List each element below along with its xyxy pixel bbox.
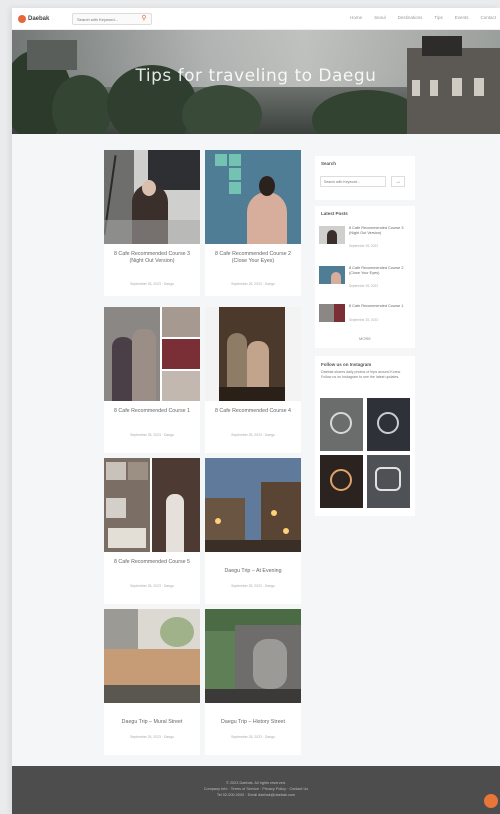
hero-banner: Tips for traveling to Daegu: [12, 30, 500, 134]
post-meta: September 25, 2023 · Daegu: [231, 282, 275, 286]
menu-item-contact[interactable]: Contact: [480, 15, 496, 20]
post-card[interactable]: 8 Cafe Recommended Course 3 (Night Out V…: [104, 150, 200, 296]
post-card[interactable]: 8 Cafe Recommended Course 1 September 25…: [104, 307, 200, 453]
post-title[interactable]: Daegu Trip – Mural Street: [110, 719, 194, 726]
post-title[interactable]: 8 Cafe Recommended Course 5: [110, 559, 194, 566]
top-navigation: Daebak ⚲ Home Seoul Destinations Tips Ev…: [12, 8, 500, 30]
post-meta: September 25, 2023 · Daegu: [130, 433, 174, 437]
footer-contact: Tel 02-000-0000 · Email daebak@daebak.co…: [216, 793, 296, 797]
post-thumbnail[interactable]: [104, 307, 200, 401]
browser-page: Daebak ⚲ Home Seoul Destinations Tips Ev…: [12, 8, 500, 814]
latest-posts-widget: Latest Posts 8 Cafe Recommended Course 3…: [315, 206, 415, 348]
post-card[interactable]: 8 Cafe Recommended Course 4 September 25…: [205, 307, 301, 453]
post-title[interactable]: 8 Cafe Recommended Course 4: [211, 408, 295, 415]
post-card[interactable]: 8 Cafe Recommended Course 5 September 25…: [104, 458, 200, 604]
footer-copyright: © 2023 Daebak. All rights reserved.: [226, 781, 286, 785]
post-card[interactable]: Daegu Trip – History Street September 25…: [205, 609, 301, 755]
sidebar-search-input[interactable]: [320, 176, 386, 187]
widget-title: Search: [321, 161, 337, 166]
post-thumbnail[interactable]: [104, 458, 200, 552]
menu-item-tips[interactable]: Tips: [434, 15, 442, 20]
latest-post-date: September 25, 2023: [349, 284, 378, 288]
post-thumbnail[interactable]: [104, 150, 200, 244]
post-thumbnail[interactable]: [104, 609, 200, 703]
more-link[interactable]: MORE: [315, 336, 415, 341]
search-icon[interactable]: ⚲: [138, 13, 150, 25]
post-meta: September 25, 2023 · Daegu: [130, 584, 174, 588]
instagram-photo[interactable]: [367, 398, 410, 451]
instagram-photo[interactable]: [320, 455, 363, 508]
latest-post-thumbnail[interactable]: [319, 266, 345, 284]
post-card[interactable]: 8 Cafe Recommended Course 2 (Close Your …: [205, 150, 301, 296]
latest-post-title[interactable]: 8 Cafe Recommended Course 2 (Close Your …: [349, 266, 407, 275]
post-meta: September 25, 2023 · Daegu: [231, 735, 275, 739]
latest-post-title[interactable]: 8 Cafe Recommended Course 1: [349, 304, 407, 309]
main-menu: Home Seoul Destinations Tips Events Cont…: [350, 15, 496, 20]
latest-post-date: September 25, 2023: [349, 318, 378, 322]
post-title[interactable]: 8 Cafe Recommended Course 2 (Close Your …: [211, 251, 295, 264]
post-title[interactable]: Daegu Trip – History Street: [211, 719, 295, 726]
search-widget: Search →: [315, 156, 415, 200]
instagram-widget: Follow us on Instagram Daebak shares dai…: [315, 356, 415, 516]
page-title: Tips for traveling to Daegu: [135, 66, 377, 86]
footer-links[interactable]: Company Info · Terms of Service · Privac…: [12, 787, 500, 791]
instagram-photo[interactable]: [320, 398, 363, 451]
instagram-photo[interactable]: [367, 455, 410, 508]
latest-post-thumbnail[interactable]: [319, 226, 345, 244]
latest-post-title[interactable]: 8 Cafe Recommended Course 3 (Night Out V…: [349, 226, 407, 235]
post-meta: September 25, 2023 · Daegu: [231, 584, 275, 588]
menu-item-seoul[interactable]: Seoul: [374, 15, 386, 20]
widget-title: Latest Posts: [321, 211, 348, 216]
post-thumbnail[interactable]: [205, 150, 301, 244]
post-thumbnail[interactable]: [205, 307, 301, 401]
widget-title: Follow us on Instagram: [321, 362, 372, 367]
latest-post-thumbnail[interactable]: [319, 304, 345, 322]
post-thumbnail[interactable]: [205, 458, 301, 552]
site-footer: © 2023 Daebak. All rights reserved. Comp…: [12, 766, 500, 814]
post-card[interactable]: Daegu Trip – At Evening September 25, 20…: [205, 458, 301, 604]
post-meta: September 25, 2023 · Daegu: [231, 433, 275, 437]
menu-item-events[interactable]: Events: [455, 15, 469, 20]
post-title[interactable]: 8 Cafe Recommended Course 3 (Night Out V…: [110, 251, 194, 264]
latest-post-date: September 25, 2023: [349, 244, 378, 248]
arrow-right-icon[interactable]: →: [391, 176, 405, 187]
post-meta: September 25, 2023 · Daegu: [130, 282, 174, 286]
menu-item-home[interactable]: Home: [350, 15, 362, 20]
post-title[interactable]: Daegu Trip – At Evening: [211, 568, 295, 575]
post-meta: September 25, 2023 · Daegu: [130, 735, 174, 739]
post-title[interactable]: 8 Cafe Recommended Course 1: [110, 408, 194, 415]
post-card[interactable]: Daegu Trip – Mural Street September 25, …: [104, 609, 200, 755]
menu-item-destinations[interactable]: Destinations: [398, 15, 423, 20]
logo-text: Daebak: [28, 16, 50, 22]
chat-bubble-icon[interactable]: [484, 794, 498, 808]
widget-description: Daebak shares daily photos of trips arou…: [321, 370, 401, 379]
logo-icon: [18, 15, 26, 23]
post-thumbnail[interactable]: [205, 609, 301, 703]
site-logo[interactable]: Daebak: [18, 14, 49, 24]
